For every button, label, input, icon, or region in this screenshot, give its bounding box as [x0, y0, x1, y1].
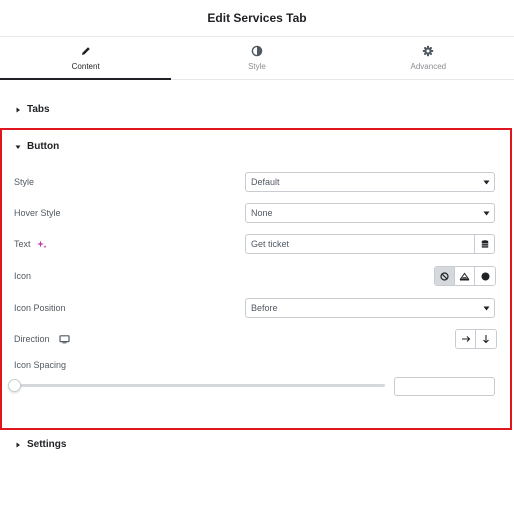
tab-label: Advanced — [410, 62, 447, 71]
text-label-text: Text — [14, 239, 31, 249]
icon-spacing-label: Icon Spacing — [14, 360, 66, 370]
style-label: Style — [14, 177, 34, 187]
icon-circle-option[interactable] — [475, 267, 495, 285]
editor-tabs: Content Style Advanced — [0, 37, 514, 80]
direction-label-text: Direction — [14, 334, 50, 344]
text-label: Text — [14, 239, 47, 249]
section-label: Settings — [27, 439, 67, 450]
icon-position-select[interactable]: Before — [245, 298, 495, 318]
panel-header: Edit Services Tab — [0, 0, 514, 37]
caret-right-icon — [16, 442, 20, 447]
text-input[interactable]: Get ticket — [245, 234, 495, 254]
icon-label: Icon — [14, 271, 31, 281]
icon-spacing-label-text: Icon Spacing — [14, 360, 67, 370]
desktop-icon[interactable] — [58, 334, 70, 344]
section-settings-toggle[interactable]: Settings — [14, 439, 66, 450]
style-select[interactable]: Default — [245, 172, 495, 192]
hover-style-label-text: Hover Style — [14, 208, 61, 218]
gear-icon — [423, 45, 434, 57]
icon-none-option[interactable] — [435, 267, 455, 285]
chevron-down-icon — [483, 180, 490, 185]
icon-choices — [434, 266, 496, 286]
chevron-down-icon — [483, 306, 490, 311]
icon-position-select-value: Before — [251, 303, 278, 313]
arrow-right-icon — [461, 336, 470, 342]
upload-icon — [459, 272, 470, 280]
tab-style[interactable]: Style — [171, 37, 342, 79]
section-label: Tabs — [27, 104, 50, 115]
section-tabs-toggle[interactable]: Tabs — [14, 104, 50, 115]
tab-content[interactable]: Content — [0, 37, 172, 80]
icon-spacing-slider-handle[interactable] — [8, 379, 21, 392]
icon-position-label: Icon Position — [14, 303, 66, 313]
icon-spacing-slider-track[interactable] — [15, 384, 385, 387]
none-icon — [440, 271, 449, 281]
direction-choices — [455, 329, 497, 349]
hover-style-select[interactable]: None — [245, 203, 495, 223]
caret-right-icon — [16, 107, 20, 112]
section-button-toggle[interactable]: Button — [14, 141, 59, 152]
direction-row-option[interactable] — [456, 330, 476, 348]
database-icon — [481, 239, 488, 248]
style-label-text: Style — [14, 177, 35, 187]
ai-sparkle-icon[interactable] — [36, 240, 47, 249]
icon-spacing-input[interactable] — [394, 377, 495, 396]
direction-column-option[interactable] — [476, 330, 496, 348]
pencil-icon — [81, 47, 90, 55]
arrow-down-icon — [483, 335, 489, 344]
style-select-value: Default — [251, 177, 280, 187]
tab-label: Style — [248, 62, 266, 71]
circle-icon — [481, 272, 489, 280]
hover-style-select-value: None — [251, 208, 273, 218]
icon-label-text: Icon — [14, 271, 32, 281]
text-input-value: Get ticket — [251, 239, 290, 249]
caret-down-icon — [15, 145, 21, 149]
direction-label: Direction — [14, 334, 70, 344]
icon-position-label-text: Icon Position — [14, 303, 66, 313]
dynamic-tags-button[interactable] — [474, 235, 494, 253]
panel-title: Edit Services Tab — [207, 11, 307, 25]
half-circle-icon — [251, 45, 263, 57]
hover-style-label: Hover Style — [14, 208, 61, 218]
tab-advanced[interactable]: Advanced — [343, 37, 514, 79]
section-label: Button — [27, 141, 60, 152]
tab-label: Content — [71, 62, 100, 71]
chevron-down-icon — [483, 211, 490, 216]
icon-upload-option[interactable] — [455, 267, 475, 285]
